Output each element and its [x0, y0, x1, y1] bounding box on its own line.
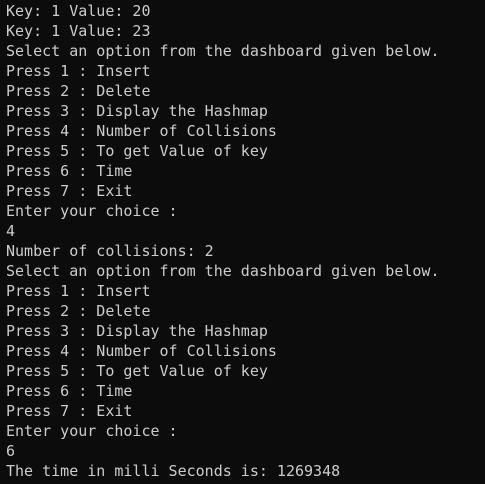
menu-option-time: Press 6 : Time: [6, 162, 133, 180]
menu-option-display: Press 3 : Display the Hashmap: [6, 102, 268, 120]
user-input-line: 4: [6, 222, 16, 240]
menu-option-insert: Press 1 : Insert: [6, 62, 151, 80]
choice-prompt: Enter your choice :: [6, 422, 178, 440]
menu-heading: Select an option from the dashboard give…: [6, 262, 440, 280]
output-line-key-value: Key: 1 Value: 20: [6, 2, 151, 20]
menu-option-time: Press 6 : Time: [6, 382, 133, 400]
menu-option-get-value: Press 5 : To get Value of key: [6, 362, 268, 380]
output-line-time: The time in milli Seconds is: 1269348: [6, 462, 341, 480]
menu-option-exit: Press 7 : Exit: [6, 182, 133, 200]
user-input-line: 6: [6, 442, 16, 460]
menu-option-insert: Press 1 : Insert: [6, 282, 151, 300]
menu-option-collisions: Press 4 : Number of Collisions: [6, 342, 277, 360]
output-line-collisions: Number of collisions: 2: [6, 242, 214, 260]
menu-option-delete: Press 2 : Delete: [6, 82, 151, 100]
menu-option-delete: Press 2 : Delete: [6, 302, 151, 320]
output-line-key-value: Key: 1 Value: 23: [6, 22, 151, 40]
choice-prompt: Enter your choice :: [6, 202, 178, 220]
menu-option-exit: Press 7 : Exit: [6, 402, 133, 420]
menu-heading: Select an option from the dashboard give…: [6, 42, 440, 60]
menu-option-display: Press 3 : Display the Hashmap: [6, 322, 268, 340]
menu-option-collisions: Press 4 : Number of Collisions: [6, 122, 277, 140]
menu-option-get-value: Press 5 : To get Value of key: [6, 142, 268, 160]
terminal-output[interactable]: Key: 1 Value: 20 Key: 1 Value: 23 Select…: [0, 0, 485, 484]
